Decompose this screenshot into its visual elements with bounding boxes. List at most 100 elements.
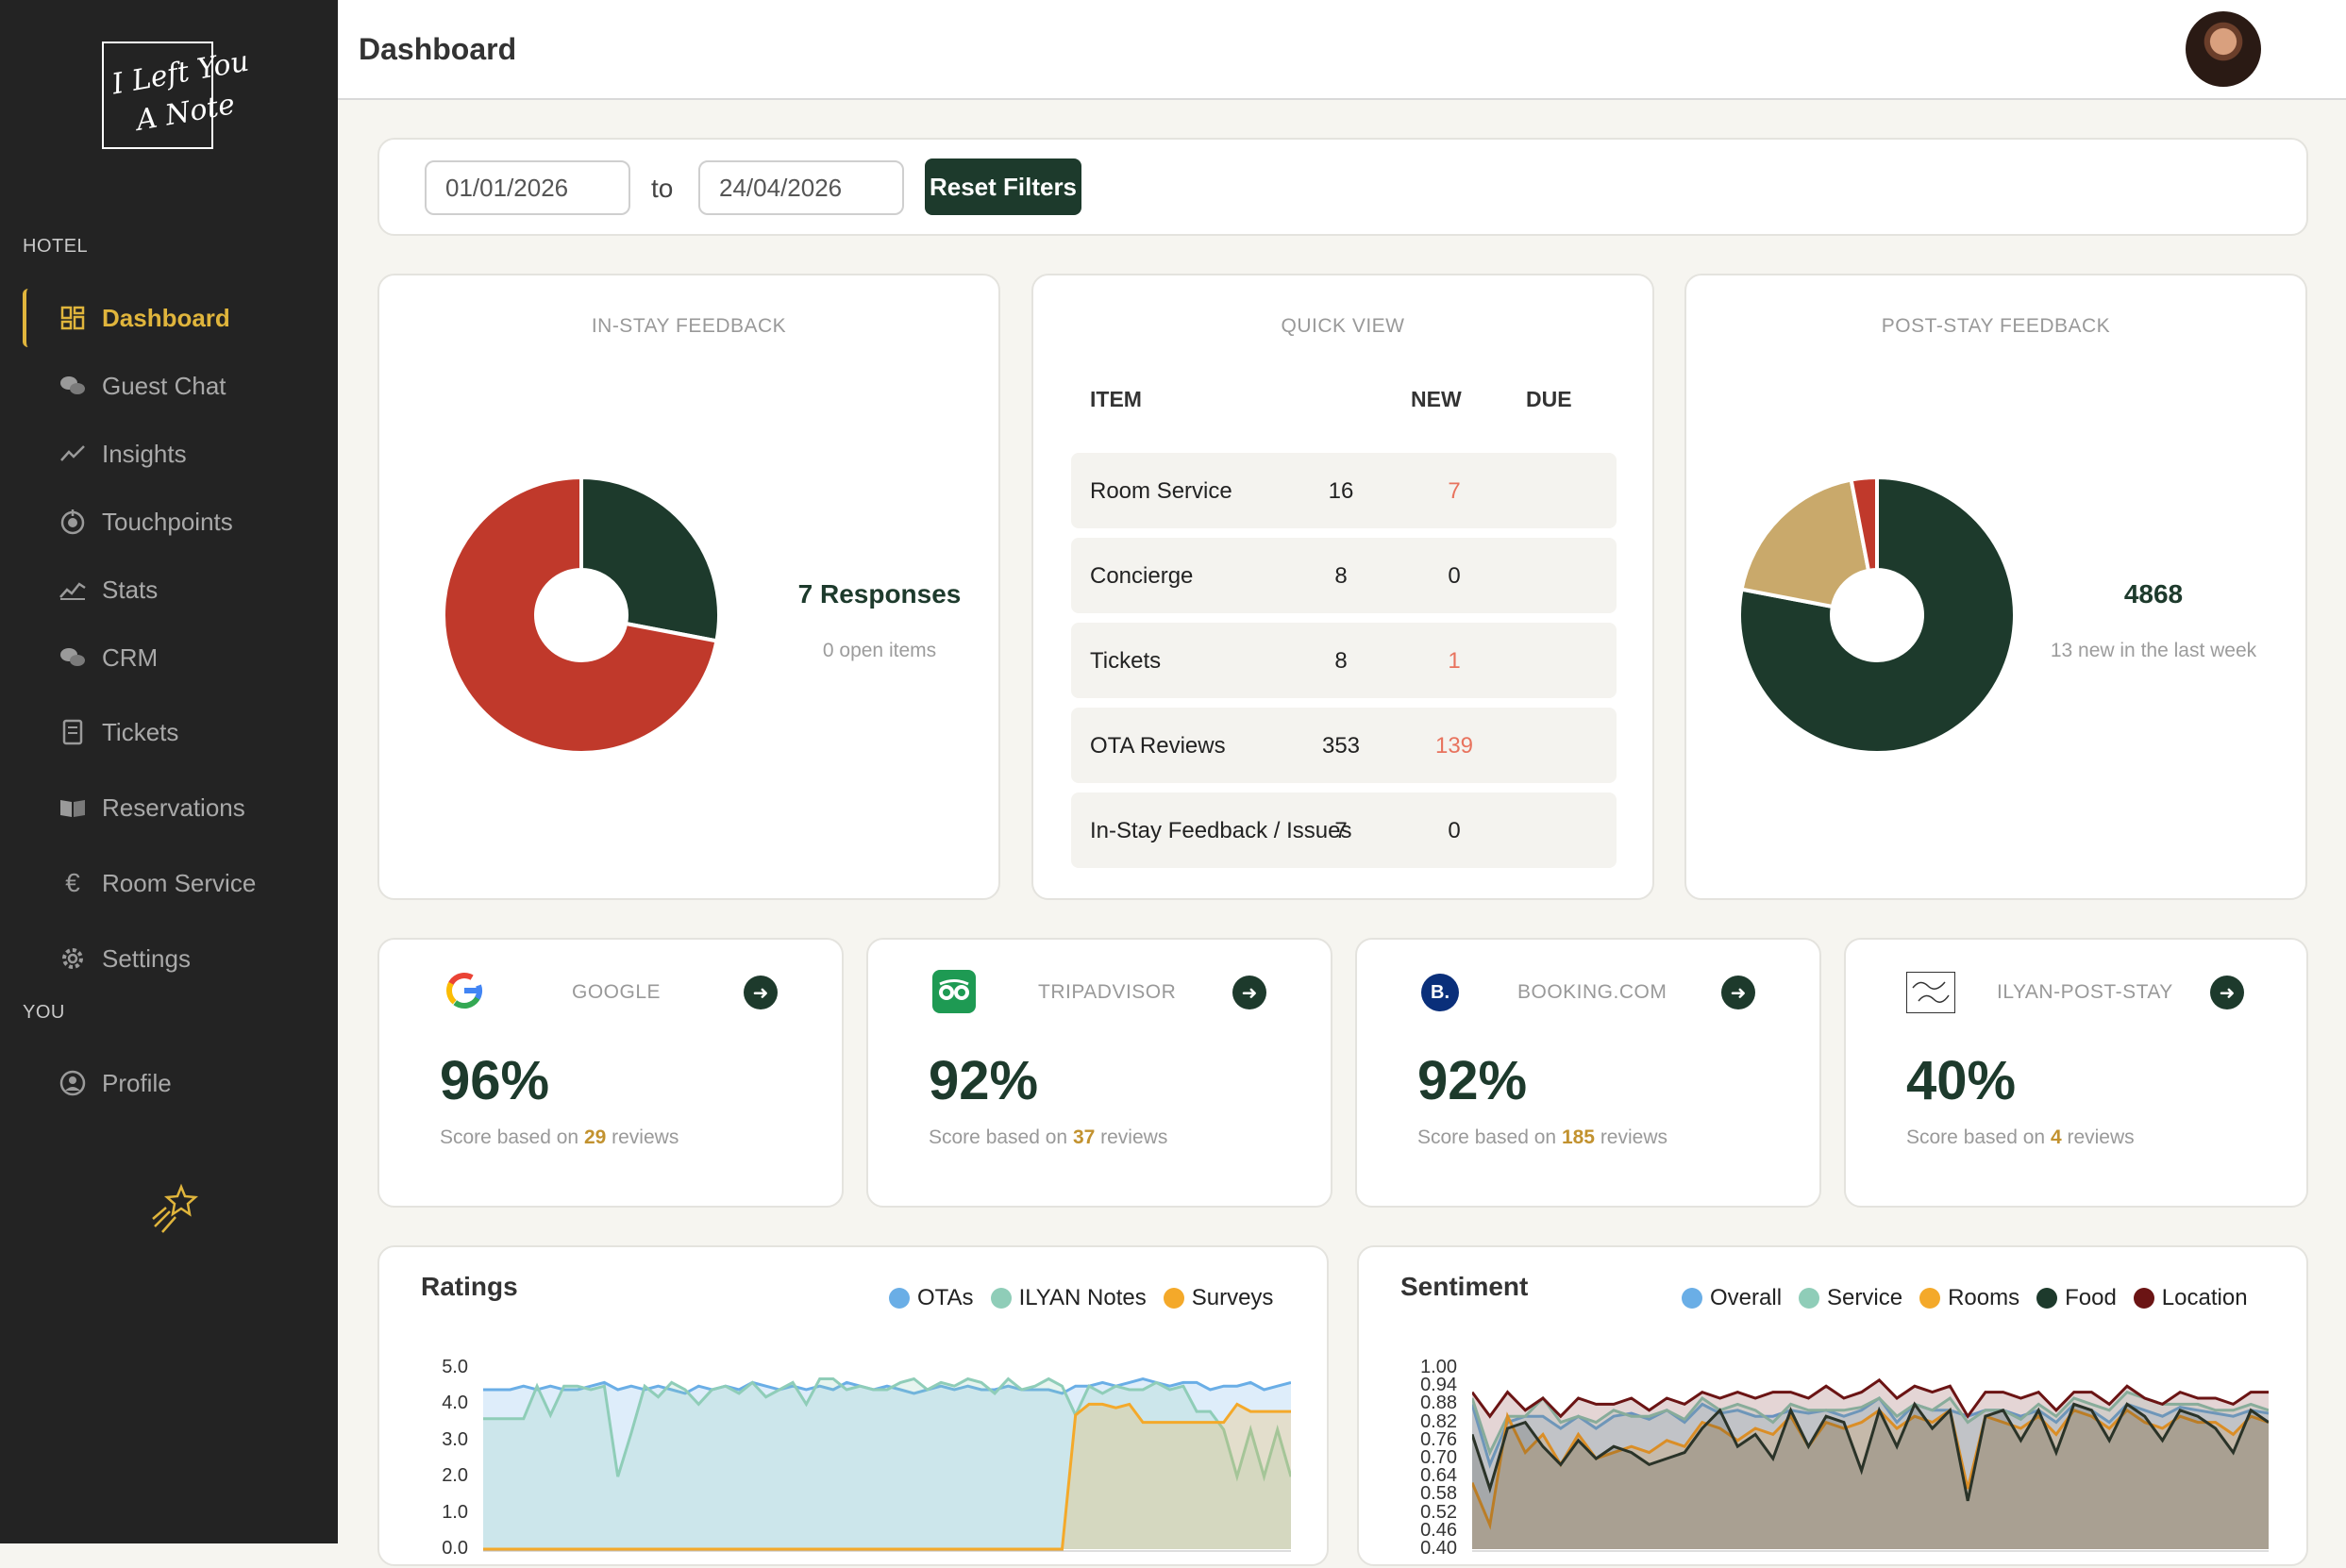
touchpoint-icon <box>57 509 89 535</box>
arrow-right-icon[interactable]: ➜ <box>744 976 778 1009</box>
chat-icon <box>57 375 89 397</box>
sidebar-item-profile[interactable]: Profile <box>23 1054 306 1112</box>
shooting-star-icon[interactable] <box>147 1183 200 1241</box>
legend-item[interactable]: Food <box>2036 1285 2117 1311</box>
sidebar-item-settings[interactable]: Settings <box>23 929 306 988</box>
sidebar-item-touchpoints[interactable]: Touchpoints <box>23 492 306 551</box>
score-card-ilyan-post-stay[interactable]: ILYAN-POST-STAY ➜ 40% Score based on 4 r… <box>1844 938 2308 1208</box>
sidebar-item-reservations[interactable]: Reservations <box>23 778 306 837</box>
open-items-count: 0 open items <box>822 640 937 661</box>
y-tick-label: 3.0 <box>442 1428 468 1450</box>
sidebar-item-crm[interactable]: CRM <box>23 628 306 687</box>
instay-donut-chart <box>442 475 721 755</box>
col-header-new: NEW <box>1411 387 1462 411</box>
sidebar-item-label: Profile <box>102 1068 172 1097</box>
legend-item[interactable]: Service <box>1799 1285 1902 1311</box>
sentiment-plot <box>1472 1377 2269 1552</box>
sidebar-item-guest-chat[interactable]: Guest Chat <box>23 357 306 415</box>
row-new: 7 <box>1334 818 1348 843</box>
sidebar-item-label: Stats <box>102 575 159 604</box>
donut-slice[interactable] <box>1739 477 1871 609</box>
legend-label: Food <box>2065 1285 2117 1310</box>
legend-item[interactable]: Rooms <box>1919 1285 2019 1311</box>
chart-legend: OTAs ILYAN Notes Surveys <box>889 1285 1273 1311</box>
sidebar-item-room-service[interactable]: € Room Service <box>23 854 306 912</box>
row-item: Room Service <box>1090 478 1232 504</box>
score-card-google[interactable]: GOOGLE ➜ 96% Score based on 29 reviews <box>377 938 844 1208</box>
arrow-right-icon[interactable]: ➜ <box>1232 976 1266 1009</box>
score-source: BOOKING.COM <box>1517 981 1667 1003</box>
score-basis: Score based on 4 reviews <box>1906 1126 2135 1149</box>
table-row[interactable]: Tickets 8 1 <box>1071 623 1617 698</box>
y-tick-label: 4.0 <box>442 1393 468 1414</box>
review-count: 37 <box>1072 1126 1096 1148</box>
arrow-right-icon[interactable]: ➜ <box>1721 976 1755 1009</box>
sidebar-item-label: Insights <box>102 439 187 468</box>
legend-label: OTAs <box>917 1285 974 1310</box>
table-row[interactable]: OTA Reviews 353 139 <box>1071 708 1617 783</box>
reset-filters-button[interactable]: Reset Filters <box>925 158 1081 215</box>
legend-dot <box>1682 1288 1702 1309</box>
row-item: Tickets <box>1090 648 1162 674</box>
score-basis: Score based on 29 reviews <box>440 1126 679 1149</box>
score-percent: 40% <box>1906 1050 2017 1111</box>
crm-icon <box>57 646 89 669</box>
ratings-chart-card: Ratings OTAs ILYAN Notes Surveys 5.0 4.0 3… <box>377 1245 1329 1566</box>
section-label-hotel: HOTEL <box>23 236 89 257</box>
score-card-booking[interactable]: B. BOOKING.COM ➜ 92% Score based on 185 … <box>1355 938 1821 1208</box>
legend-item[interactable]: OTAs <box>889 1285 974 1311</box>
basis-prefix: Score based on <box>1417 1126 1562 1148</box>
review-count: 29 <box>583 1126 607 1148</box>
legend-item[interactable]: ILYAN Notes <box>990 1285 1147 1311</box>
table-row[interactable]: Room Service 16 7 <box>1071 453 1617 528</box>
basis-suffix: reviews <box>1095 1126 1168 1148</box>
trend-icon <box>57 443 89 464</box>
legend-label: ILYAN Notes <box>1018 1285 1147 1310</box>
table-row[interactable]: Concierge 8 0 <box>1071 538 1617 613</box>
legend-item[interactable]: Overall <box>1682 1285 1782 1311</box>
tripadvisor-icon <box>932 970 976 1018</box>
sidebar-item-label: Room Service <box>102 868 257 897</box>
legend-dot <box>1799 1288 1820 1309</box>
row-new: 16 <box>1328 478 1354 504</box>
sidebar-item-dashboard[interactable]: Dashboard <box>23 289 310 347</box>
sidebar-item-tickets[interactable]: Tickets <box>23 703 306 761</box>
row-due: 0 <box>1448 563 1461 589</box>
brand-logo[interactable]: I Left You A Note <box>102 42 251 149</box>
score-card-tripadvisor[interactable]: TRIPADVISOR ➜ 92% Score based on 37 revi… <box>866 938 1332 1208</box>
y-tick-label: 2.0 <box>442 1465 468 1487</box>
score-percent: 92% <box>929 1050 1039 1111</box>
filter-bar: 01/01/2026 to 24/04/2026 Reset Filters <box>377 138 2308 236</box>
row-item: Concierge <box>1090 563 1194 589</box>
legend-item[interactable]: Location <box>2133 1285 2248 1311</box>
donut-slice[interactable] <box>579 475 721 643</box>
poststay-count: 4868 <box>2123 579 2184 609</box>
row-new: 353 <box>1321 733 1361 759</box>
ticket-icon <box>57 719 89 745</box>
score-percent: 96% <box>440 1050 550 1111</box>
poststay-subtitle: 13 new in the last week <box>2050 640 2257 661</box>
avatar[interactable] <box>2186 11 2261 87</box>
arrow-right-icon[interactable]: ➜ <box>2210 976 2244 1009</box>
basis-prefix: Score based on <box>929 1126 1073 1148</box>
date-from-input[interactable]: 01/01/2026 <box>425 160 630 215</box>
legend-label: Surveys <box>1191 1285 1274 1310</box>
sidebar-item-stats[interactable]: Stats <box>23 560 306 619</box>
legend-item[interactable]: Surveys <box>1163 1285 1274 1311</box>
review-count: 4 <box>2050 1126 2062 1148</box>
row-due: 0 <box>1448 818 1461 843</box>
score-source: ILYAN-POST-STAY <box>1997 981 2173 1003</box>
poststay-donut-chart <box>1737 475 2017 755</box>
row-new: 8 <box>1334 648 1348 674</box>
table-row[interactable]: In-Stay Feedback / Issues 7 0 <box>1071 792 1617 868</box>
legend-dot <box>990 1288 1012 1309</box>
google-icon <box>444 970 485 1016</box>
date-to-input[interactable]: 24/04/2026 <box>698 160 904 215</box>
series-area <box>1472 1379 2269 1549</box>
ilyan-icon <box>1906 972 1955 1013</box>
sidebar-item-insights[interactable]: Insights <box>23 425 306 483</box>
instay-feedback-card: IN-STAY FEEDBACK 7 Responses 0 open item… <box>377 274 1000 900</box>
sidebar-item-label: Touchpoints <box>102 507 233 536</box>
date-range-separator: to <box>651 174 674 203</box>
book-icon <box>57 796 89 819</box>
